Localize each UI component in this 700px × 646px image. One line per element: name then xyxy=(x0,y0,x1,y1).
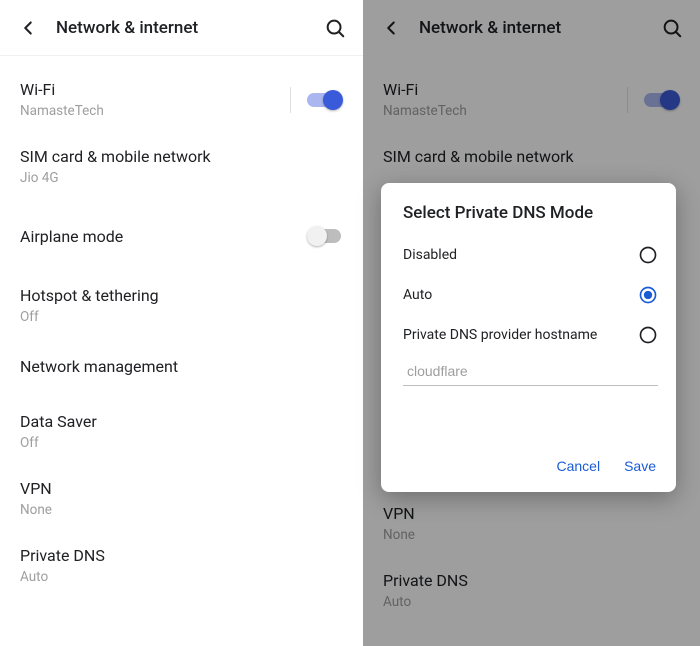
item-sim[interactable]: SIM card & mobile network Jio 4G xyxy=(0,133,363,200)
airplane-toggle[interactable] xyxy=(307,226,343,246)
dns-hostname-input[interactable] xyxy=(403,357,658,386)
radio-option-hostname[interactable]: Private DNS provider hostname xyxy=(381,315,676,355)
settings-list: Wi-Fi NamasteTech SIM card & mobile netw… xyxy=(0,56,363,599)
airplane-label: Airplane mode xyxy=(20,227,123,246)
privatedns-value: Auto xyxy=(20,569,105,585)
radio-label-auto: Auto xyxy=(403,287,432,303)
vpn-label: VPN xyxy=(20,479,52,498)
wifi-toggle[interactable] xyxy=(307,90,343,110)
privatedns-label: Private DNS xyxy=(20,546,105,565)
cancel-button[interactable]: Cancel xyxy=(556,458,600,474)
datasaver-value: Off xyxy=(20,435,97,451)
item-datasaver[interactable]: Data Saver Off xyxy=(0,398,363,465)
back-icon[interactable] xyxy=(16,16,40,40)
wifi-value: NamasteTech xyxy=(20,103,104,119)
wifi-label: Wi-Fi xyxy=(20,80,104,99)
item-airplane[interactable]: Airplane mode xyxy=(0,200,363,272)
radio-option-auto[interactable]: Auto xyxy=(381,275,676,315)
sim-value: Jio 4G xyxy=(20,170,211,186)
item-netmgmt[interactable]: Network management xyxy=(0,339,363,398)
item-privatedns[interactable]: Private DNS Auto xyxy=(0,532,363,599)
divider xyxy=(290,87,291,113)
item-hotspot[interactable]: Hotspot & tethering Off xyxy=(0,272,363,339)
radio-option-disabled[interactable]: Disabled xyxy=(381,235,676,275)
sim-label: SIM card & mobile network xyxy=(20,147,211,166)
radio-icon-selected xyxy=(638,285,658,305)
radio-icon xyxy=(638,245,658,265)
item-vpn[interactable]: VPN None xyxy=(0,465,363,532)
settings-screen-right: Network & internet Wi-Fi NamasteTech SIM… xyxy=(363,0,700,646)
radio-label-hostname: Private DNS provider hostname xyxy=(403,327,597,343)
vpn-value: None xyxy=(20,502,52,518)
hotspot-value: Off xyxy=(20,309,159,325)
page-title: Network & internet xyxy=(56,18,323,38)
radio-icon xyxy=(638,325,658,345)
save-button[interactable]: Save xyxy=(624,458,656,474)
settings-screen-left: Network & internet Wi-Fi NamasteTech SIM… xyxy=(0,0,363,646)
radio-label-disabled: Disabled xyxy=(403,247,457,263)
netmgmt-label: Network management xyxy=(20,357,178,376)
dialog-title: Select Private DNS Mode xyxy=(381,203,676,235)
app-bar: Network & internet xyxy=(0,0,363,56)
private-dns-dialog: Select Private DNS Mode Disabled Auto Pr… xyxy=(381,183,676,492)
hotspot-label: Hotspot & tethering xyxy=(20,286,159,305)
search-icon[interactable] xyxy=(323,16,347,40)
item-wifi[interactable]: Wi-Fi NamasteTech xyxy=(0,66,363,133)
datasaver-label: Data Saver xyxy=(20,412,97,431)
